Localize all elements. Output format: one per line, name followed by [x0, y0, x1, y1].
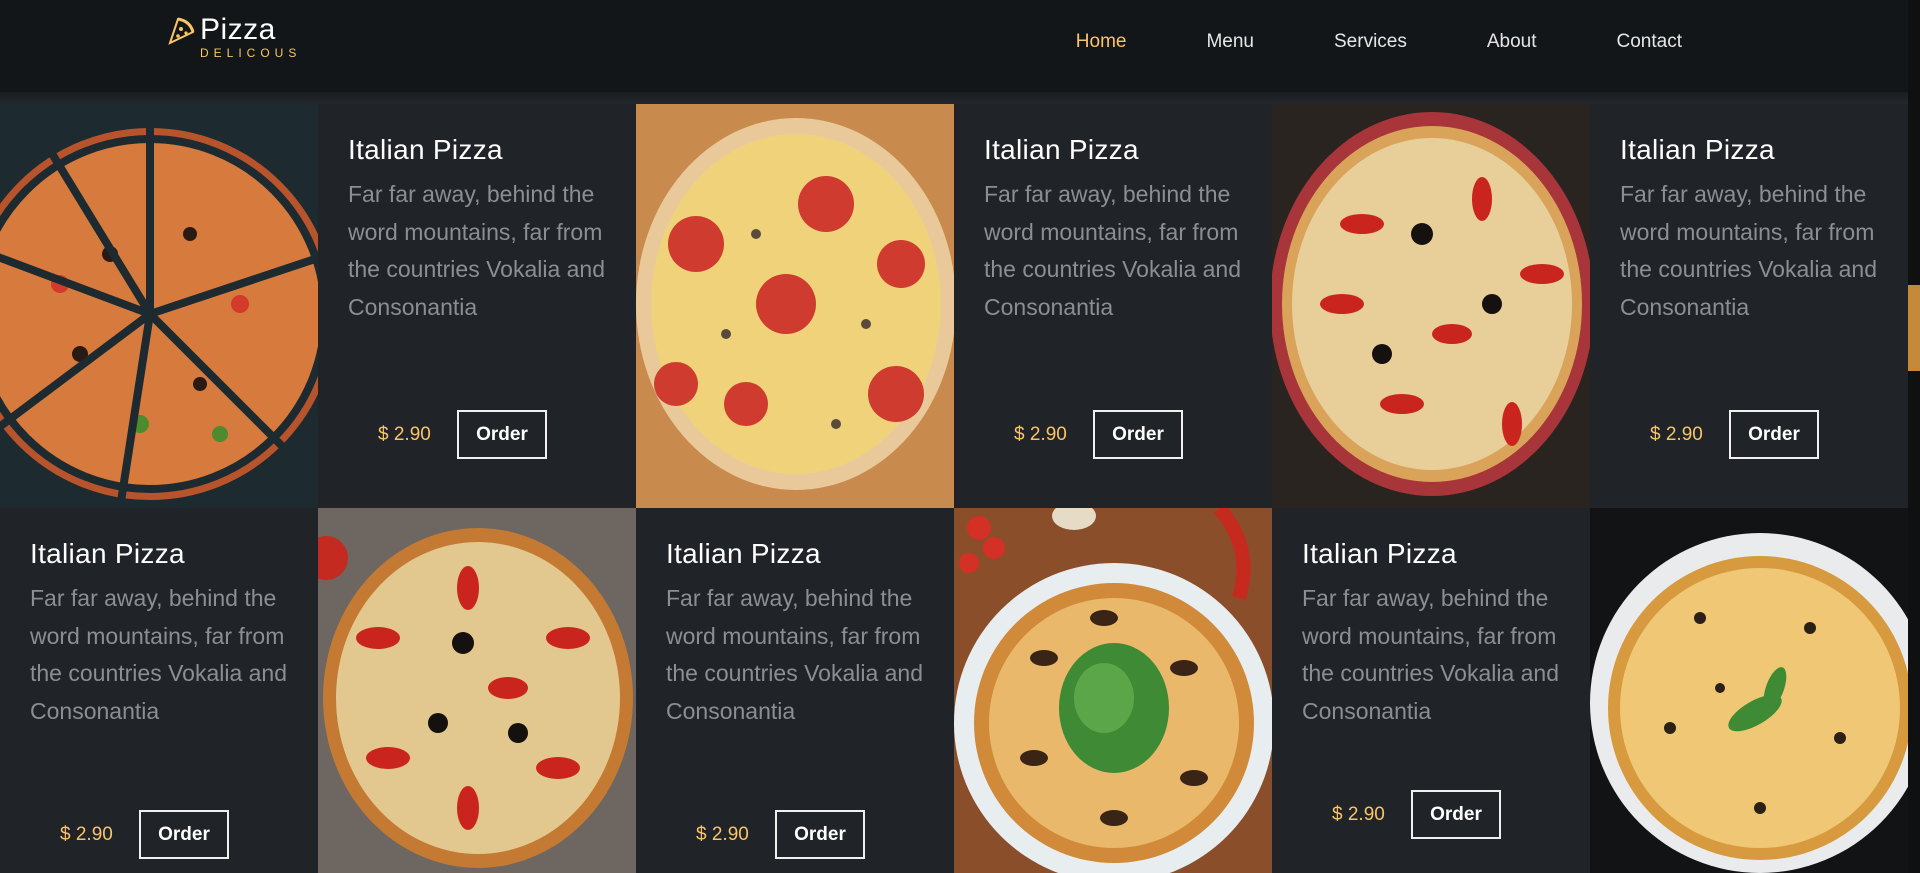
product-description: Far far away, behind the word mountains,… — [348, 181, 606, 320]
nav-services[interactable]: Services — [1334, 31, 1407, 53]
product-price: $ 2.90 — [1650, 423, 1703, 445]
pizza-slice-icon — [168, 17, 195, 45]
pizza-image — [636, 104, 954, 508]
product-price: $ 2.90 — [1014, 423, 1067, 445]
order-button[interactable]: Order — [1729, 410, 1819, 459]
nav-menu[interactable]: Menu — [1206, 31, 1254, 53]
product-description: Far far away, behind the word mountains,… — [666, 585, 924, 724]
product-card: Italian Pizza Far far away, behind the w… — [0, 508, 318, 873]
scrollbar-thumb[interactable] — [1908, 285, 1920, 371]
product-title: Italian Pizza — [984, 134, 1139, 165]
order-button[interactable]: Order — [1093, 410, 1183, 459]
scrollbar-track[interactable] — [1908, 0, 1920, 873]
pizza-image — [318, 508, 636, 873]
order-button[interactable]: Order — [457, 410, 547, 459]
product-title: Italian Pizza — [348, 134, 503, 165]
pizza-image — [1272, 104, 1590, 508]
pizza-image — [0, 104, 318, 508]
product-title: Italian Pizza — [30, 538, 185, 569]
product-description: Far far away, behind the word mountains,… — [984, 181, 1242, 320]
product-description: Far far away, behind the word mountains,… — [1620, 181, 1878, 320]
order-button[interactable]: Order — [1411, 790, 1501, 839]
product-price: $ 2.90 — [696, 823, 749, 845]
order-button[interactable]: Order — [775, 810, 865, 859]
product-price: $ 2.90 — [60, 823, 113, 845]
brand-logo[interactable]: Pizza DELICOUS — [166, 14, 301, 60]
navbar: Pizza DELICOUS Home Menu Services About … — [0, 0, 1908, 92]
nav-home[interactable]: Home — [1076, 31, 1127, 53]
brand-subtitle: DELICOUS — [200, 46, 302, 60]
brand-name: Pizza — [200, 13, 276, 46]
product-title: Italian Pizza — [1620, 134, 1775, 165]
product-card: Italian Pizza Far far away, behind the w… — [1272, 508, 1590, 873]
product-title: Italian Pizza — [666, 538, 821, 569]
product-card: Italian Pizza Far far away, behind the w… — [318, 104, 636, 508]
product-title: Italian Pizza — [1302, 538, 1457, 569]
product-price: $ 2.90 — [1332, 803, 1385, 825]
main-nav: Home Menu Services About Contact — [996, 0, 1682, 84]
pizza-image — [954, 508, 1272, 873]
product-description: Far far away, behind the word mountains,… — [30, 585, 288, 724]
nav-divider — [0, 92, 1908, 104]
pizza-image — [1590, 508, 1908, 873]
nav-contact[interactable]: Contact — [1617, 31, 1682, 53]
product-card: Italian Pizza Far far away, behind the w… — [1590, 104, 1908, 508]
nav-about[interactable]: About — [1487, 31, 1537, 53]
product-card: Italian Pizza Far far away, behind the w… — [954, 104, 1272, 508]
product-price: $ 2.90 — [378, 423, 431, 445]
menu-grid: Italian Pizza Far far away, behind the w… — [0, 104, 1908, 873]
order-button[interactable]: Order — [139, 810, 229, 859]
product-card: Italian Pizza Far far away, behind the w… — [636, 508, 954, 873]
product-description: Far far away, behind the word mountains,… — [1302, 585, 1560, 724]
